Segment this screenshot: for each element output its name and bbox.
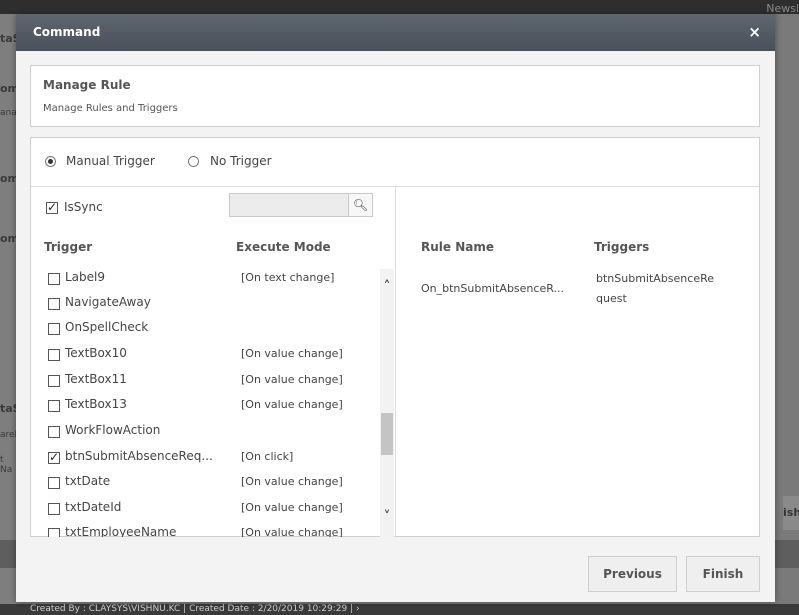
background-left-strip: taS om ana om om taS areF t Na — [0, 14, 21, 604]
trigger-name: TextBox10 — [65, 346, 127, 360]
triggers-column-header: Triggers — [594, 240, 650, 254]
rule-name-column-header: Rule Name — [421, 240, 494, 254]
rules-column: Rule Name Triggers On_btnSubmitAbsenceR.… — [397, 187, 759, 537]
trigger-row[interactable]: OnSpellCheck — [31, 316, 379, 342]
finish-button[interactable]: Finish — [686, 556, 760, 592]
command-modal: Command × Manage Rule Manage Rules and T… — [16, 14, 775, 602]
trigger-checkbox[interactable] — [48, 450, 60, 464]
trigger-row[interactable]: NavigateAway — [31, 291, 379, 317]
trigger-execute-mode: [On value change] — [241, 398, 343, 411]
trigger-checkbox[interactable] — [48, 528, 60, 537]
background-left-label: t Na — [0, 455, 13, 475]
trigger-execute-mode: [On value change] — [241, 501, 343, 514]
chevron-down-icon[interactable]: ˅ — [380, 509, 394, 525]
trigger-row[interactable]: TextBox10 [On value change] — [31, 342, 379, 368]
previous-button[interactable]: Previous — [588, 556, 677, 592]
modal-header: Command × — [16, 14, 775, 51]
chevron-up-icon[interactable]: ˄ — [380, 279, 394, 295]
trigger-column-header: Trigger — [44, 240, 93, 254]
rule-triggers-cell: btnSubmitAbsenceRe — [596, 272, 714, 285]
issync-checkbox[interactable] — [46, 200, 58, 214]
trigger-checkbox[interactable] — [48, 426, 60, 438]
manual-trigger-label[interactable]: Manual Trigger — [66, 154, 155, 168]
manage-rule-panel: Manage Rule Manage Rules and Triggers — [30, 65, 760, 127]
trigger-row[interactable]: txtDateId [On value change] — [31, 496, 379, 522]
close-icon[interactable]: × — [748, 23, 761, 41]
background-top-bar — [0, 0, 799, 14]
trigger-execute-mode: [On value change] — [241, 347, 343, 360]
trigger-type-row: Manual Trigger No Trigger — [31, 138, 759, 187]
trigger-row[interactable]: txtEmployeeName [On value change] — [31, 521, 379, 537]
manual-trigger-radio[interactable] — [45, 156, 56, 167]
panel-subtitle: Manage Rules and Triggers — [43, 103, 178, 114]
trigger-execute-mode: [On click] — [241, 450, 294, 463]
trigger-name: NavigateAway — [65, 295, 151, 309]
trigger-row[interactable]: WorkFlowAction — [31, 419, 379, 445]
trigger-checkbox[interactable] — [48, 375, 60, 387]
trigger-checkbox[interactable] — [48, 400, 60, 412]
trigger-checkbox[interactable] — [48, 323, 60, 335]
trigger-name: TextBox13 — [65, 397, 127, 411]
trigger-row[interactable]: txtDate [On value change] — [31, 470, 379, 496]
trigger-execute-mode: [On value change] — [241, 373, 343, 386]
trigger-execute-mode: [On value change] — [241, 526, 343, 537]
trigger-row[interactable]: TextBox11 [On value change] — [31, 368, 379, 394]
trigger-search-input[interactable]: 🔍︎ — [229, 193, 373, 217]
trigger-name: btnSubmitAbsenceReq... — [65, 449, 213, 463]
trigger-checkbox[interactable] — [48, 273, 60, 285]
trigger-checkbox[interactable] — [48, 349, 60, 361]
trigger-checkbox[interactable] — [48, 477, 60, 489]
trigger-name: TextBox11 — [65, 372, 127, 386]
trigger-list: Label9 [On text change] NavigateAway OnS… — [31, 269, 396, 537]
execute-mode-column-header: Execute Mode — [236, 240, 331, 254]
scrollbar-thumb[interactable] — [381, 413, 393, 455]
issync-label: IsSync — [64, 200, 103, 214]
trigger-name: Label9 — [65, 270, 106, 284]
trigger-row[interactable]: TextBox13 [On value change] — [31, 393, 379, 419]
trigger-list-column: IsSync 🔍︎ Trigger Execute Mode Label9 [O… — [31, 187, 396, 537]
trigger-name: OnSpellCheck — [65, 320, 149, 334]
trigger-row[interactable]: btnSubmitAbsenceReq... [On click] — [31, 445, 379, 471]
trigger-checkbox[interactable] — [48, 298, 60, 310]
trigger-list-scrollbar[interactable]: ˄ ˅ — [380, 269, 394, 537]
no-trigger-radio[interactable] — [188, 156, 199, 167]
no-trigger-label[interactable]: No Trigger — [210, 154, 272, 168]
trigger-execute-mode: [On text change] — [241, 271, 335, 284]
background-finish-button: ish — [783, 496, 799, 530]
trigger-name: WorkFlowAction — [65, 423, 161, 437]
trigger-name: txtDateId — [65, 500, 122, 514]
modal-title: Command — [33, 25, 101, 39]
trigger-row[interactable]: Label9 [On text change] — [31, 269, 379, 292]
rule-editor-panel: Manual Trigger No Trigger IsSync 🔍︎ Trig… — [30, 137, 760, 537]
trigger-checkbox[interactable] — [48, 503, 60, 515]
rule-triggers-cell: quest — [596, 292, 627, 305]
panel-title: Manage Rule — [43, 78, 131, 92]
trigger-name: txtDate — [65, 474, 111, 488]
search-icon[interactable]: 🔍︎ — [348, 194, 372, 216]
background-left-label: ana — [0, 108, 17, 118]
background-footer-text: Created By : CLAYSYS\VISHNU.KC | Created… — [30, 604, 360, 614]
trigger-execute-mode: [On value change] — [241, 475, 343, 488]
trigger-name: txtEmployeeName — [65, 525, 177, 537]
rule-name-cell[interactable]: On_btnSubmitAbsenceR... — [421, 282, 564, 295]
